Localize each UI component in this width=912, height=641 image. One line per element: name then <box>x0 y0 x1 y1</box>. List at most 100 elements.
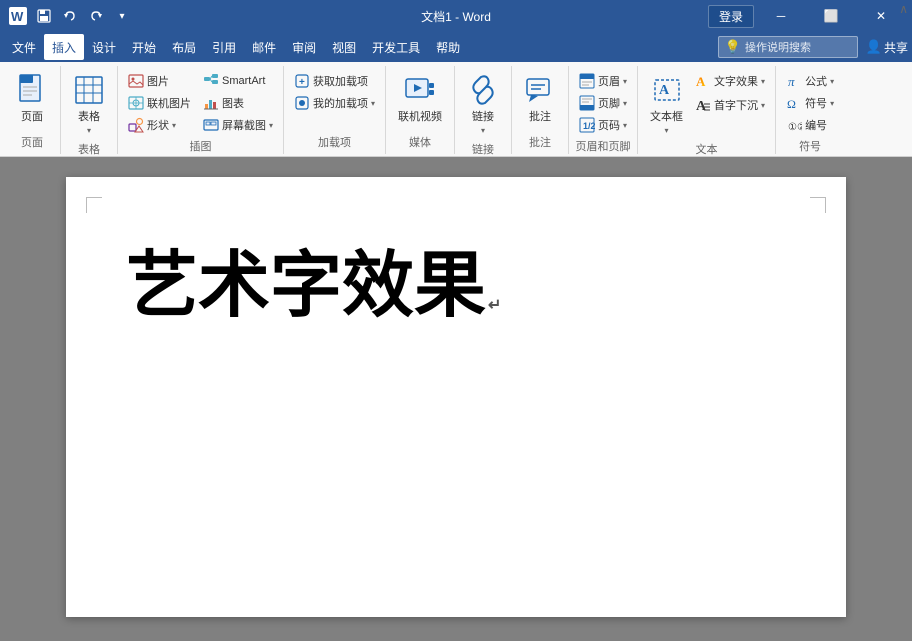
textbox-icon: A <box>651 74 683 106</box>
menu-design[interactable]: 设计 <box>84 34 124 60</box>
minimize-button[interactable]: ─ <box>758 0 804 32</box>
page-button[interactable]: 页面 <box>10 70 54 128</box>
pagenum-dropdown: ▾ <box>623 121 627 130</box>
ribbon-group-page: 页面 页面 <box>4 66 61 154</box>
get-addins-button[interactable]: + 获取加载项 <box>290 70 379 92</box>
ribbon-group-table-label: 表格 <box>67 141 111 161</box>
ribbon-group-links: 链接 ▾ 链接 <box>455 66 512 154</box>
link-button[interactable]: 链接 ▾ <box>461 70 505 139</box>
smartart-button[interactable]: SmartArt <box>199 70 277 92</box>
ribbon-group-text-content: A 文本框 ▾ A <box>644 66 769 141</box>
ribbon-group-text-label: 文本 <box>644 141 769 161</box>
menu-mailings[interactable]: 邮件 <box>244 34 284 60</box>
close-button[interactable]: ✕ <box>858 0 904 32</box>
document-area: 艺术字效果↵ <box>0 157 912 641</box>
ribbon-group-media-label: 媒体 <box>392 134 448 154</box>
svg-text:①②: ①② <box>788 122 802 133</box>
formula-icon: π <box>786 73 802 89</box>
comment-button[interactable]: 批注 <box>518 70 562 128</box>
svg-text:Ω: Ω <box>787 97 796 111</box>
picture-button[interactable]: 图片 <box>124 70 195 92</box>
ribbon-group-illustrations-label: 插图 <box>124 138 277 158</box>
link-icon <box>467 74 499 106</box>
quick-access-toolbar: ▾ <box>32 4 134 28</box>
ribbon-group-table-content: 表格 ▾ <box>67 66 111 141</box>
online-picture-button[interactable]: 联机图片 <box>124 92 195 114</box>
ribbon-group-links-label: 链接 <box>461 141 505 161</box>
share-button[interactable]: 👤 共享 <box>866 39 908 56</box>
my-addins-button[interactable]: 我的加载项 ▾ <box>290 92 379 114</box>
menu-file[interactable]: 文件 <box>4 34 44 60</box>
ribbon-group-page-content: 页面 <box>10 66 54 134</box>
menu-view[interactable]: 视图 <box>324 34 364 60</box>
header-icon <box>579 73 595 89</box>
ribbon-collapse-button[interactable]: ∧ <box>899 2 908 16</box>
ribbon-group-text: A 文本框 ▾ A <box>638 66 776 154</box>
svg-text:A: A <box>696 74 706 89</box>
chart-button[interactable]: 图表 <box>199 92 277 114</box>
undo-quick-btn[interactable] <box>58 4 82 28</box>
ribbon-group-media: 联机视频 媒体 <box>386 66 455 154</box>
numbering-symbol-button[interactable]: ①② 编号 <box>782 114 838 136</box>
menu-help[interactable]: 帮助 <box>428 34 468 60</box>
shapes-icon <box>128 117 144 133</box>
page-number-button[interactable]: 1/2 页码 ▾ <box>575 114 631 136</box>
symbol-dropdown: ▾ <box>830 99 834 108</box>
document-content[interactable]: 艺术字效果↵ <box>126 247 786 326</box>
restore-button[interactable]: ⬜ <box>808 0 854 32</box>
title-bar-left: W <box>8 4 134 28</box>
footer-button[interactable]: 页脚 ▾ <box>575 92 631 114</box>
ribbon-group-symbols: π 公式 ▾ Ω 符号 ▾ <box>776 66 844 154</box>
ribbon-group-symbols-content: π 公式 ▾ Ω 符号 ▾ <box>782 66 838 138</box>
menu-home[interactable]: 开始 <box>124 34 164 60</box>
ribbon-group-hf-label: 页眉和页脚 <box>575 138 631 158</box>
shapes-button[interactable]: 形状 ▾ <box>124 114 195 136</box>
ribbon-group-links-content: 链接 ▾ <box>461 66 505 141</box>
svg-text:W: W <box>11 9 24 24</box>
menu-review[interactable]: 审阅 <box>284 34 324 60</box>
screenshot-button[interactable]: 屏幕截图 ▾ <box>199 114 277 136</box>
menu-layout[interactable]: 布局 <box>164 34 204 60</box>
ribbon-group-symbols-label: 符号 <box>782 138 838 158</box>
textbox-button[interactable]: A 文本框 ▾ <box>644 70 689 139</box>
menu-references[interactable]: 引用 <box>204 34 244 60</box>
redo-quick-btn[interactable] <box>84 4 108 28</box>
menu-bar: 文件 插入 设计 开始 布局 引用 邮件 审阅 视图 开发工具 帮助 💡 操作说… <box>0 32 912 62</box>
header-button[interactable]: 页眉 ▾ <box>575 70 631 92</box>
ribbon-group-comments-label: 批注 <box>518 134 562 154</box>
symbol-button[interactable]: Ω 符号 ▾ <box>782 92 838 114</box>
table-button[interactable]: 表格 ▾ <box>67 70 111 139</box>
ribbon-group-page-label: 页面 <box>10 134 54 154</box>
symbols-col: π 公式 ▾ Ω 符号 ▾ <box>782 70 838 136</box>
dropcap-button[interactable]: A 首字下沉 ▾ <box>691 94 769 116</box>
wordart-button[interactable]: A 文字效果 ▾ <box>691 70 769 92</box>
title-bar-title: 文档1 - Word <box>421 8 491 25</box>
document-page[interactable]: 艺术字效果↵ <box>66 177 846 617</box>
customize-quick-btn[interactable]: ▾ <box>110 4 134 28</box>
page-number-icon: 1/2 <box>579 117 595 133</box>
save-quick-btn[interactable] <box>32 4 56 28</box>
ribbon-group-headerfooter: 页眉 ▾ 页脚 ▾ <box>569 66 638 154</box>
table-icon <box>73 74 105 106</box>
ribbon-group-addins: + 获取加载项 我的加载项 ▾ <box>284 66 386 154</box>
menu-developer[interactable]: 开发工具 <box>364 34 428 60</box>
ribbon-group-addins-label: 加载项 <box>290 134 379 154</box>
smartart-icon <box>203 73 219 89</box>
chart-icon <box>203 95 219 111</box>
search-box[interactable]: 💡 操作说明搜索 <box>718 36 858 58</box>
art-text-content: 艺术字效果↵ <box>126 247 786 326</box>
menu-insert[interactable]: 插入 <box>44 34 84 60</box>
online-video-icon <box>404 74 436 106</box>
menu-search-area: 💡 操作说明搜索 👤 共享 <box>718 36 908 58</box>
my-addins-icon <box>294 95 310 111</box>
formula-button[interactable]: π 公式 ▾ <box>782 70 838 92</box>
login-button[interactable]: 登录 <box>708 5 754 28</box>
online-video-button[interactable]: 联机视频 <box>392 70 448 128</box>
screenshot-dropdown: ▾ <box>269 121 273 130</box>
margin-mark-tl <box>86 197 102 213</box>
dropcap-dropdown: ▾ <box>761 101 765 110</box>
ribbon-group-hf-content: 页眉 ▾ 页脚 ▾ <box>575 66 631 138</box>
footer-dropdown: ▾ <box>623 99 627 108</box>
online-picture-icon <box>128 95 144 111</box>
svg-text:A: A <box>659 83 670 98</box>
